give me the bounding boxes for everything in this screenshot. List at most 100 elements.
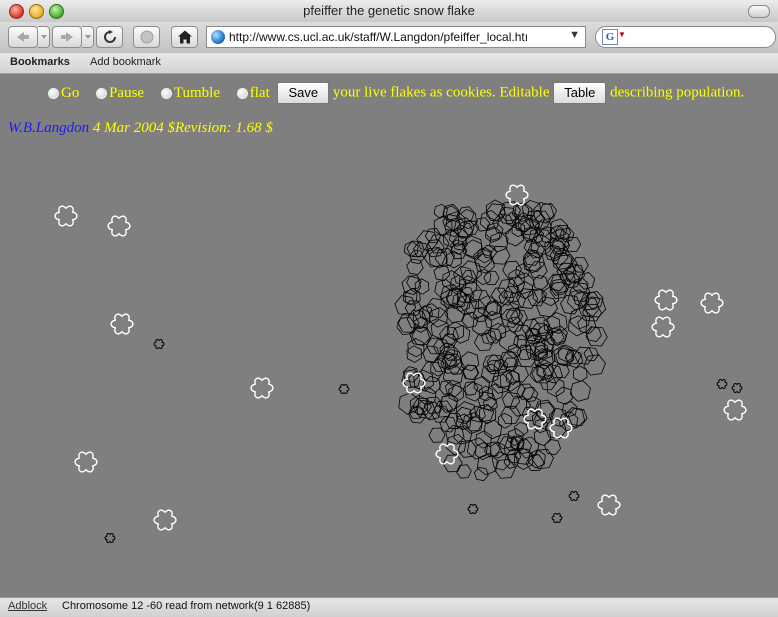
window-titlebar: pfeiffer the genetic snow flake — [0, 0, 778, 23]
black-snowflake — [522, 250, 546, 273]
white-snowflake — [549, 417, 573, 439]
black-snowflake — [508, 291, 526, 309]
black-snowflake — [501, 351, 520, 368]
search-engine-chevron-icon[interactable]: ▼ — [618, 30, 626, 39]
bookmarks-bar: Bookmarks Add bookmark — [0, 53, 778, 74]
black-snowflake — [425, 297, 448, 319]
black-snowflake — [338, 383, 350, 395]
black-snowflake — [453, 265, 474, 286]
black-snowflake — [514, 324, 532, 341]
reload-icon — [103, 30, 116, 43]
black-snowflake — [482, 354, 502, 373]
white-snowflake — [54, 205, 78, 227]
black-snowflake — [505, 226, 525, 247]
black-snowflake — [490, 441, 506, 459]
url-history-dropdown-icon[interactable]: ▼ — [569, 29, 580, 41]
google-search-engine-icon[interactable]: G — [602, 29, 618, 45]
snowflake-simulation-canvas[interactable] — [0, 74, 778, 597]
white-snowflake — [723, 399, 747, 421]
black-snowflake — [414, 278, 430, 295]
black-snowflake — [585, 326, 608, 347]
stop-button[interactable] — [133, 26, 160, 48]
black-snowflake — [406, 345, 423, 363]
toolbar-toggle-button[interactable] — [748, 5, 770, 18]
forward-arrow-icon — [61, 32, 73, 42]
white-snowflake — [435, 443, 459, 465]
black-snowflake — [568, 490, 580, 502]
black-snowflake — [477, 294, 498, 318]
black-snowflake — [489, 322, 507, 341]
black-snowflake — [503, 453, 520, 469]
back-history-dropdown[interactable] — [38, 26, 50, 48]
chevron-down-icon — [40, 35, 47, 39]
forward-button[interactable] — [52, 26, 82, 48]
black-snowflake — [434, 278, 454, 299]
black-snowflake — [567, 407, 588, 427]
white-snowflake — [153, 509, 177, 531]
url-text: http://www.cs.ucl.ac.uk/staff/W.Langdon/… — [229, 30, 529, 44]
add-bookmark-link[interactable]: Add bookmark — [90, 56, 161, 68]
white-snowflake — [110, 313, 134, 335]
forward-history-dropdown[interactable] — [82, 26, 94, 48]
white-snowflake — [107, 215, 131, 237]
white-snowflake — [700, 292, 724, 314]
black-snowflake — [467, 503, 479, 515]
black-snowflake — [474, 442, 492, 461]
black-snowflake — [497, 412, 512, 429]
black-snowflake — [473, 466, 489, 482]
black-snowflake — [423, 375, 441, 395]
globe-icon — [211, 30, 225, 44]
black-snowflake — [547, 273, 566, 292]
white-snowflake — [651, 316, 675, 338]
black-snowflake — [104, 532, 116, 544]
window-title: pfeiffer the genetic snow flake — [303, 3, 475, 18]
white-snowflake — [505, 184, 529, 206]
search-field[interactable]: G ▼ — [595, 26, 776, 48]
back-button[interactable] — [8, 26, 38, 48]
black-snowflake — [551, 512, 563, 524]
black-snowflake — [569, 380, 592, 402]
black-snowflake — [516, 383, 535, 400]
black-snowflake — [731, 382, 743, 394]
bookmarks-menu[interactable]: Bookmarks — [10, 56, 70, 68]
reload-button[interactable] — [96, 26, 123, 48]
black-snowflake — [559, 227, 575, 242]
black-snowflake — [544, 418, 567, 440]
white-snowflake — [74, 451, 98, 473]
black-snowflake — [585, 290, 604, 310]
white-snowflake — [402, 372, 426, 394]
black-snowflake — [409, 325, 431, 347]
black-snowflake — [456, 464, 472, 479]
home-button[interactable] — [171, 26, 198, 48]
black-snowflake — [445, 250, 462, 269]
black-snowflake — [444, 412, 464, 430]
black-snowflake — [398, 392, 420, 415]
black-snowflake — [514, 421, 529, 437]
black-snowflake — [572, 365, 588, 382]
black-snowflake — [433, 215, 453, 237]
stop-icon — [140, 30, 153, 44]
status-message: Chromosome 12 -60 read from network(9 1 … — [62, 600, 311, 612]
white-snowflake — [654, 289, 678, 311]
black-snowflake — [544, 438, 562, 456]
url-field[interactable]: http://www.cs.ucl.ac.uk/staff/W.Langdon/… — [206, 26, 586, 48]
black-snowflake — [455, 401, 477, 423]
browser-toolbar: http://www.cs.ucl.ac.uk/staff/W.Langdon/… — [0, 22, 778, 53]
black-snowflake — [502, 260, 522, 279]
black-snowflake — [567, 315, 588, 337]
home-icon — [177, 30, 192, 44]
white-snowflake — [597, 494, 621, 516]
black-snowflake — [716, 378, 728, 390]
black-snowflake — [532, 448, 555, 470]
black-snowflake — [565, 349, 584, 369]
black-snowflake — [455, 406, 473, 425]
black-snowflake — [457, 439, 477, 458]
white-snowflake — [250, 377, 274, 399]
black-snowflake — [445, 303, 466, 324]
black-snowflake — [153, 338, 165, 350]
black-snowflake — [483, 419, 503, 440]
status-bar: Adblock Chromosome 12 -60 read from netw… — [0, 597, 778, 617]
adblock-button[interactable]: Adblock — [8, 600, 47, 612]
chevron-down-icon — [84, 35, 91, 39]
back-arrow-icon — [17, 32, 29, 42]
